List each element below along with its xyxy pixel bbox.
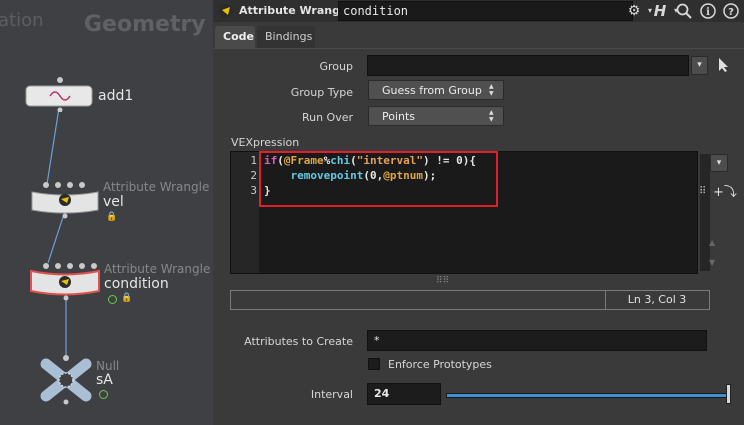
parameter-toolbar: Attribute Wrangle condition ⚙ ▾ H ▾ i ?: [213, 0, 744, 22]
display-flag-icon: [108, 295, 117, 304]
group-type-value: Guess from Group: [382, 84, 482, 97]
node-label-condition: condition: [104, 276, 169, 292]
run-over-menu[interactable]: Points ▲ ▼: [368, 106, 504, 126]
lock-icon: 🔒: [106, 212, 118, 222]
line-number: 2: [250, 169, 257, 182]
node-label-sA: sA: [96, 372, 113, 388]
menu-arrows-icon: ▲ ▼: [489, 83, 494, 97]
vex-code-editor[interactable]: 1 2 3 if(@Frame%chi("interval") != 0){ r…: [230, 151, 710, 286]
interval-slider[interactable]: [446, 393, 731, 398]
svg-text:i: i: [706, 7, 710, 18]
node-type-condition: Attribute Wrangle: [104, 262, 211, 276]
display-flag-icon: [99, 390, 108, 399]
interval-slider-fill: [447, 394, 730, 397]
selection-arrow-icon[interactable]: [716, 57, 730, 73]
search-icon[interactable]: [675, 2, 693, 20]
node-type-sA: Null: [96, 359, 120, 373]
drag-handle-icon[interactable]: ⠿: [699, 186, 706, 197]
node-label-add1: add1: [98, 88, 134, 104]
wrangle-icon: [219, 4, 233, 18]
node-label-vel: vel: [103, 194, 124, 210]
editor-menu-button[interactable]: ▾: [710, 154, 728, 172]
interval-slider-handle[interactable]: [726, 384, 731, 404]
node-sA[interactable]: [40, 354, 92, 406]
network-editor[interactable]: ation Geometry add1 Attribute Wrangle ve…: [0, 0, 213, 425]
group-type-menu[interactable]: Guess from Group ▲ ▼: [368, 80, 504, 100]
operator-type-label: Attribute Wrangle: [239, 4, 352, 17]
lock-icon: 🔒: [121, 293, 133, 303]
svg-text:?: ?: [728, 7, 734, 18]
vexpression-label: VEXpression: [231, 136, 300, 149]
group-field[interactable]: [367, 55, 689, 76]
group-label: Group: [319, 60, 354, 73]
tab-divider: [213, 48, 744, 49]
code-highlight-annotation: [259, 151, 498, 207]
info-icon[interactable]: i: [699, 2, 717, 20]
cursor-position: Ln 3, Col 3: [627, 293, 687, 306]
add-binding-icon[interactable]: +⤵: [713, 181, 737, 200]
enforce-prototypes-checkbox[interactable]: [368, 358, 380, 370]
tab-bindings[interactable]: Bindings: [257, 26, 315, 48]
resize-grip-icon[interactable]: ⠿⠿: [436, 276, 449, 286]
group-type-label: Group Type: [290, 86, 353, 99]
node-condition[interactable]: [28, 260, 102, 302]
line-number-gutter: 1 2 3: [231, 152, 259, 273]
enforce-prototypes-label: Enforce Prototypes: [388, 358, 492, 371]
menu-arrows-icon: ▲ ▼: [489, 109, 494, 123]
interval-field[interactable]: 24: [367, 383, 441, 405]
attributes-to-create-label: Attributes to Create: [244, 335, 353, 348]
attributes-to-create-field[interactable]: *: [367, 330, 707, 351]
node-name-field[interactable]: condition: [338, 1, 633, 21]
node-add1[interactable]: [22, 76, 94, 112]
help-icon[interactable]: ?: [722, 2, 740, 20]
run-over-label: Run Over: [301, 111, 353, 124]
tab-code[interactable]: Code: [215, 26, 255, 48]
run-over-value: Points: [382, 110, 416, 123]
line-number: 1: [250, 154, 257, 167]
parameter-editor: Attribute Wrangle condition ⚙ ▾ H ▾ i ? …: [213, 0, 744, 425]
group-dropdown-button[interactable]: ▾: [691, 56, 708, 75]
interval-label: Interval: [310, 388, 353, 401]
editor-status-bar: Ln 3, Col 3: [230, 290, 710, 310]
node-type-vel: Attribute Wrangle: [103, 180, 210, 194]
node-vel[interactable]: [28, 180, 102, 220]
editor-side-arrows-icon[interactable]: ▲ ▼: [709, 238, 715, 268]
line-number: 3: [250, 184, 257, 197]
